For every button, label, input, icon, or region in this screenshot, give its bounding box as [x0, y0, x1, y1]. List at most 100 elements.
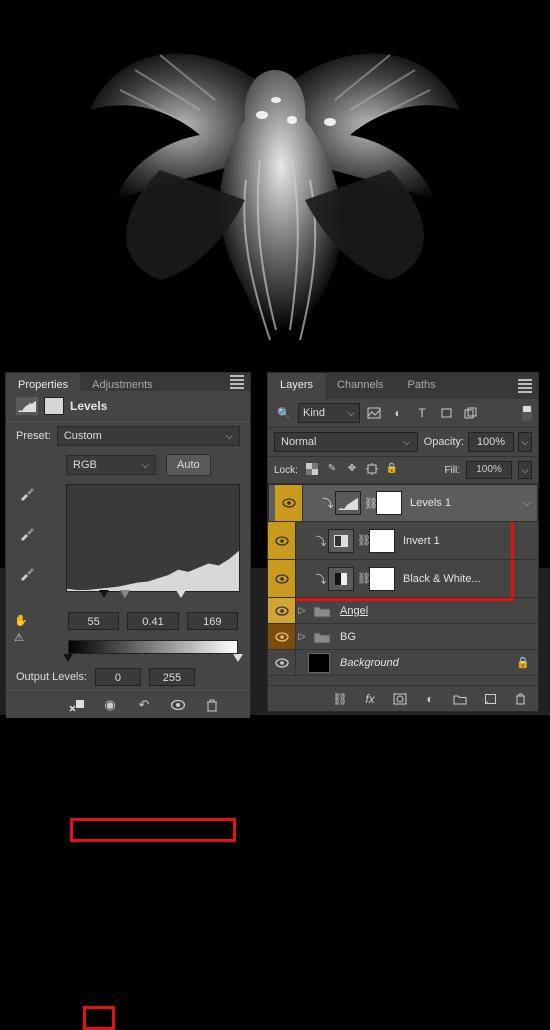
layers-tabbar: Layers Channels Paths	[268, 373, 538, 399]
layer-name[interactable]: Invert 1	[403, 535, 440, 547]
output-black-slider[interactable]	[63, 654, 73, 662]
opacity-value[interactable]: 100%	[468, 432, 514, 452]
bw-adjustment-icon	[328, 567, 354, 591]
preset-select[interactable]: Custom	[57, 426, 240, 446]
gray-point-eyedropper-icon[interactable]	[16, 522, 38, 544]
output-white-field[interactable]: 255	[149, 668, 195, 686]
new-layer-icon[interactable]	[480, 690, 500, 708]
filter-smart-icon[interactable]	[460, 404, 480, 422]
output-white-slider[interactable]	[233, 654, 243, 662]
visibility-toggle[interactable]	[268, 624, 296, 649]
layer-levels-1[interactable]: ⤵ ⛓ Levels 1	[268, 484, 538, 522]
opacity-label: Opacity:	[424, 436, 464, 448]
layer-name[interactable]: BG	[340, 631, 356, 643]
visibility-toggle[interactable]	[268, 560, 296, 597]
tab-adjustments[interactable]: Adjustments	[80, 373, 165, 391]
layer-name[interactable]: Background	[340, 657, 399, 669]
highlight-input-fields	[70, 818, 236, 842]
lock-artboard-icon[interactable]	[364, 463, 380, 478]
search-icon[interactable]: 🔍	[274, 404, 294, 422]
delete-layer-icon[interactable]	[510, 690, 530, 708]
filter-kind-select[interactable]: Kind	[298, 403, 360, 423]
layer-group-angel[interactable]: ▷ Angel	[268, 598, 538, 624]
adjustment-title: Levels	[70, 399, 107, 413]
clip-warning-tri-icon[interactable]: ⚠	[14, 631, 28, 644]
layer-fx-icon[interactable]: fx	[360, 690, 380, 708]
lock-position-icon[interactable]: ✥	[344, 463, 360, 478]
output-black-field[interactable]: 0	[95, 668, 141, 686]
layer-mask-thumb[interactable]	[369, 567, 395, 591]
visibility-toggle[interactable]	[275, 485, 303, 521]
panel-menu-button[interactable]	[224, 373, 250, 391]
visibility-toggle[interactable]	[268, 522, 296, 559]
blend-mode-select[interactable]: Normal	[274, 432, 418, 452]
filter-shape-icon[interactable]	[436, 404, 456, 422]
preset-label: Preset:	[16, 430, 51, 442]
layer-group-bg[interactable]: ▷ BG	[268, 624, 538, 650]
visibility-toggle[interactable]	[268, 650, 296, 675]
layer-name[interactable]: Angel	[340, 605, 368, 617]
tab-properties[interactable]: Properties	[6, 373, 80, 391]
opacity-dropdown[interactable]: ⌵	[518, 432, 532, 452]
new-adjustment-icon[interactable]: ◐	[420, 690, 440, 708]
invert-adjustment-icon	[328, 529, 354, 553]
properties-tabbar: Properties Adjustments	[6, 373, 250, 391]
link-mask-icon[interactable]: ⛓	[357, 572, 369, 585]
layer-name[interactable]: Levels 1	[410, 497, 451, 509]
disclosure-icon[interactable]: ▷	[296, 631, 308, 642]
tab-channels[interactable]: Channels	[325, 373, 395, 399]
layers-list: ⤵ ⛓ Levels 1 ⤵ ⛓ Invert 1	[268, 484, 538, 685]
visibility-icon[interactable]	[166, 694, 190, 716]
link-layers-icon[interactable]: ⛓	[330, 690, 350, 708]
histogram[interactable]	[66, 484, 240, 592]
artwork-angel	[0, 0, 550, 368]
input-black-field[interactable]: 55	[68, 612, 119, 630]
channel-select[interactable]: RGB	[66, 455, 156, 475]
disclosure-icon[interactable]: ▷	[296, 605, 308, 616]
white-point-eyedropper-icon[interactable]	[16, 562, 38, 584]
reset-icon[interactable]: ↶	[132, 694, 156, 716]
visibility-toggle[interactable]	[268, 598, 296, 623]
folder-icon	[312, 629, 332, 645]
trash-icon[interactable]	[200, 694, 224, 716]
new-group-icon[interactable]	[450, 690, 470, 708]
add-mask-icon[interactable]	[390, 690, 410, 708]
output-label: Output Levels:	[16, 671, 87, 683]
clip-warning-icon[interactable]: ✋	[14, 614, 28, 627]
view-previous-icon[interactable]: ◉	[98, 694, 122, 716]
fill-value[interactable]: 100%	[466, 461, 512, 479]
layer-invert-1[interactable]: ⤵ ⛓ Invert 1	[268, 522, 538, 560]
lock-pixels-icon[interactable]: ✎	[324, 463, 340, 478]
layer-background[interactable]: Background 🔒	[268, 650, 538, 676]
filter-adjust-icon[interactable]: ◐	[388, 404, 408, 422]
layer-name[interactable]: Black & White...	[403, 573, 481, 585]
layers-panel-menu-button[interactable]	[512, 373, 538, 399]
levels-adjustment-icon	[335, 491, 361, 515]
mask-thumb-header[interactable]	[44, 397, 64, 415]
layer-mask-thumb[interactable]	[369, 529, 395, 553]
fill-dropdown[interactable]: ⌵	[518, 461, 532, 479]
lock-transparent-icon[interactable]	[304, 463, 320, 478]
clip-indicator-icon: ⤵	[314, 571, 328, 587]
link-mask-icon[interactable]: ⛓	[357, 534, 369, 547]
highlight-clip-button	[83, 1006, 115, 1030]
input-white-field[interactable]: 169	[187, 612, 238, 630]
layers-panel: Layers Channels Paths 🔍 Kind ◐ T Normal	[268, 373, 538, 711]
input-gamma-field[interactable]: 0.41	[127, 612, 178, 630]
layer-mask-thumb[interactable]	[376, 491, 402, 515]
canvas-preview	[0, 0, 550, 368]
filter-type-icon[interactable]: T	[412, 404, 432, 422]
link-mask-icon[interactable]: ⛓	[364, 497, 376, 510]
tab-layers[interactable]: Layers	[268, 373, 325, 399]
filter-pixel-icon[interactable]	[364, 404, 384, 422]
layer-black-white[interactable]: ⤵ ⛓ Black & White...	[268, 560, 538, 598]
layer-thumb	[308, 653, 330, 673]
black-point-eyedropper-icon[interactable]	[16, 482, 38, 504]
auto-button[interactable]: Auto	[166, 454, 211, 476]
clip-indicator-icon: ⤵	[321, 495, 335, 511]
tab-paths[interactable]: Paths	[396, 373, 448, 399]
clip-to-layer-icon[interactable]	[64, 694, 88, 716]
output-gradient[interactable]	[68, 640, 238, 654]
filter-toggle[interactable]	[522, 405, 532, 421]
lock-all-icon[interactable]: 🔒	[384, 463, 400, 478]
